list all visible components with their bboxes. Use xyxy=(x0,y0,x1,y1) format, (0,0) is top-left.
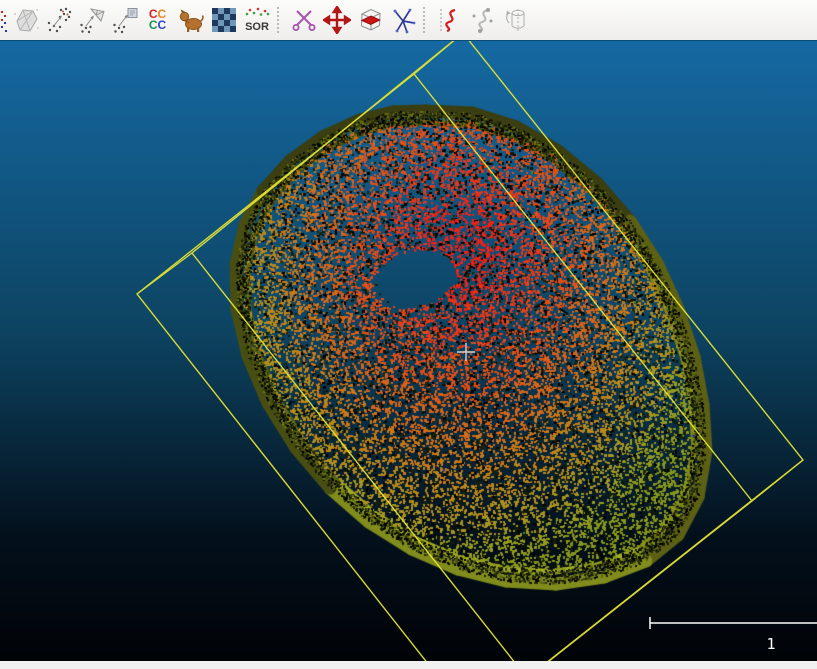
cc-letter: C xyxy=(158,18,167,32)
3d-viewport[interactable]: 1 xyxy=(0,40,817,661)
bottom-strip xyxy=(0,661,817,669)
sor-label: SOR xyxy=(245,21,269,33)
toolbar-separator xyxy=(277,7,283,33)
cross-section-icon[interactable] xyxy=(353,2,386,38)
toolbar-separator xyxy=(423,7,429,33)
toolbar: CC CC SOR xyxy=(0,0,817,40)
cc-letter: C xyxy=(149,18,158,32)
unroll-icon[interactable] xyxy=(499,2,532,38)
point-cloud-canvas[interactable] xyxy=(0,41,817,662)
canupo-dog-icon[interactable] xyxy=(174,2,207,38)
sor-filter-icon[interactable]: SOR xyxy=(240,2,273,38)
clipped-points-icon[interactable] xyxy=(0,2,9,38)
cloud-to-mesh-icon[interactable] xyxy=(75,2,108,38)
section-points-icon[interactable] xyxy=(466,2,499,38)
subsample-icon[interactable] xyxy=(42,2,75,38)
mesh-delaunay-icon[interactable] xyxy=(9,2,42,38)
extract-sections-icon[interactable] xyxy=(433,2,466,38)
scissors-segment-icon[interactable] xyxy=(287,2,320,38)
point-label-icon[interactable] xyxy=(108,2,141,38)
translate-rotate-icon[interactable] xyxy=(320,2,353,38)
csf-checker-icon[interactable] xyxy=(207,2,240,38)
blue-asterisk-icon[interactable] xyxy=(386,2,419,38)
cloudcompare-logo-icon[interactable]: CC CC xyxy=(141,2,174,38)
